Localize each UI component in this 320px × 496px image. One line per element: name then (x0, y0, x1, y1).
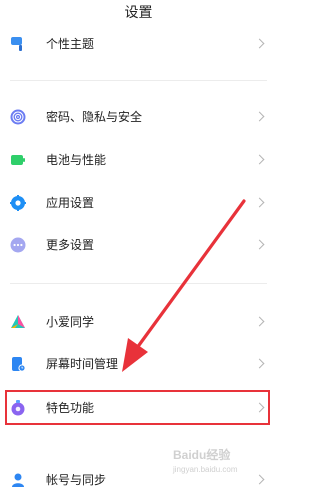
watermark-brand: Baidu经验 (173, 447, 231, 462)
settings-row-special-features[interactable]: 特色功能 (0, 392, 277, 424)
account-icon (10, 472, 26, 488)
chevron-right-icon (254, 197, 265, 208)
more-dots-icon (10, 237, 26, 253)
section-divider (10, 80, 267, 81)
gear-icon (10, 195, 26, 211)
fingerprint-icon (10, 109, 26, 125)
page-title: 设置 (124, 5, 153, 21)
settings-row-xiaoai[interactable]: 小爱同学 (0, 306, 277, 338)
settings-row-screen-time[interactable]: 屏幕时间管理 (0, 348, 277, 380)
chevron-right-icon (254, 239, 265, 250)
settings-row-label: 屏幕时间管理 (46, 357, 119, 371)
chevron-right-icon (254, 358, 265, 369)
chevron-right-icon (254, 111, 265, 122)
settings-row-more[interactable]: 更多设置 (0, 229, 277, 261)
chevron-right-icon (254, 474, 265, 485)
settings-row-apps[interactable]: 应用设置 (0, 187, 277, 219)
section-divider (10, 283, 267, 284)
settings-row-account[interactable]: 帐号与同步 (0, 464, 277, 496)
battery-icon (10, 152, 26, 168)
settings-row-label: 个性主题 (46, 37, 95, 51)
settings-row-label: 更多设置 (46, 238, 95, 252)
screen-time-icon (10, 356, 26, 372)
settings-row-label: 电池与性能 (46, 153, 107, 167)
chevron-right-icon (254, 316, 265, 327)
settings-row-privacy[interactable]: 密码、隐私与安全 (0, 101, 277, 133)
chevron-right-icon (254, 154, 265, 165)
settings-row-label: 应用设置 (46, 196, 95, 210)
settings-row-label: 帐号与同步 (46, 473, 107, 487)
theme-brush-icon (10, 36, 26, 52)
xiaoai-assistant-icon (10, 314, 26, 330)
chevron-right-icon (254, 402, 265, 413)
settings-row-label: 密码、隐私与安全 (46, 110, 143, 124)
settings-row-label: 小爱同学 (46, 315, 95, 329)
chevron-right-icon (254, 38, 265, 49)
special-features-icon (10, 400, 26, 416)
settings-row-theme[interactable]: 个性主题 (0, 28, 277, 60)
settings-row-battery[interactable]: 电池与性能 (0, 144, 277, 176)
settings-row-label: 特色功能 (46, 401, 95, 415)
